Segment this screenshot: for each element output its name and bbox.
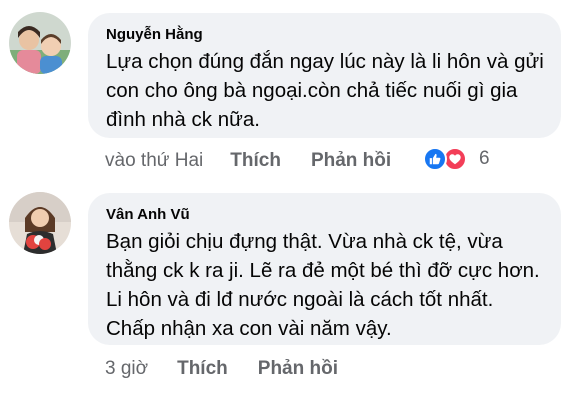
avatar[interactable] [9,192,71,254]
like-icon [423,147,447,171]
reply-button[interactable]: Phản hồi [311,150,391,172]
avatar-photo [9,12,71,74]
like-button[interactable]: Thích [177,358,228,380]
comment-line: Chấp nhận xa con vài năm vậy. [106,317,392,340]
comment-actions: vào thứ Hai Thích Phản hồi [105,150,391,172]
reaction-summary[interactable]: 6 [423,147,490,171]
comment-timestamp[interactable]: vào thứ Hai [105,150,203,172]
comment-line: con cho ông bà ngoại.còn chả tiếc nuối g… [106,79,518,102]
avatar-photo [9,192,71,254]
comment-line: đình nhà ck nữa. [106,108,260,131]
comment-thread: Nguyễn Hằng Lựa chọn đúng đắn ngay lúc n… [0,0,580,400]
comment-line: Li hôn và đi lđ nước ngoài là cách tốt n… [106,288,494,311]
comment-text: Bạn giỏi chịu đựng thật. Vừa nhà ck tệ, … [106,227,543,343]
comment-line: thằng ck k ra ji. Lẽ ra đẻ một bé thì đỡ… [106,259,540,282]
comment-author[interactable]: Vân Anh Vũ [106,206,543,224]
comment-author[interactable]: Nguyễn Hằng [106,26,543,44]
comment-text: Lựa chọn đúng đắn ngay lúc này là li hôn… [106,47,544,134]
avatar[interactable] [9,12,71,74]
like-button[interactable]: Thích [230,150,281,172]
reply-button[interactable]: Phản hồi [258,358,338,380]
comment-actions: 3 giờ Thích Phản hồi [105,358,338,380]
comment-bubble: Nguyễn Hằng Lựa chọn đúng đắn ngay lúc n… [88,13,561,138]
comment-bubble: Vân Anh Vũ Bạn giỏi chịu đựng thật. Vừa … [88,193,561,345]
comment-line: Lựa chọn đúng đắn ngay lúc này là li hôn… [106,50,544,73]
reaction-count: 6 [479,148,490,169]
comment-line: Bạn giỏi chịu đựng thật. Vừa nhà ck tệ, … [106,230,503,253]
comment-timestamp[interactable]: 3 giờ [105,358,148,380]
